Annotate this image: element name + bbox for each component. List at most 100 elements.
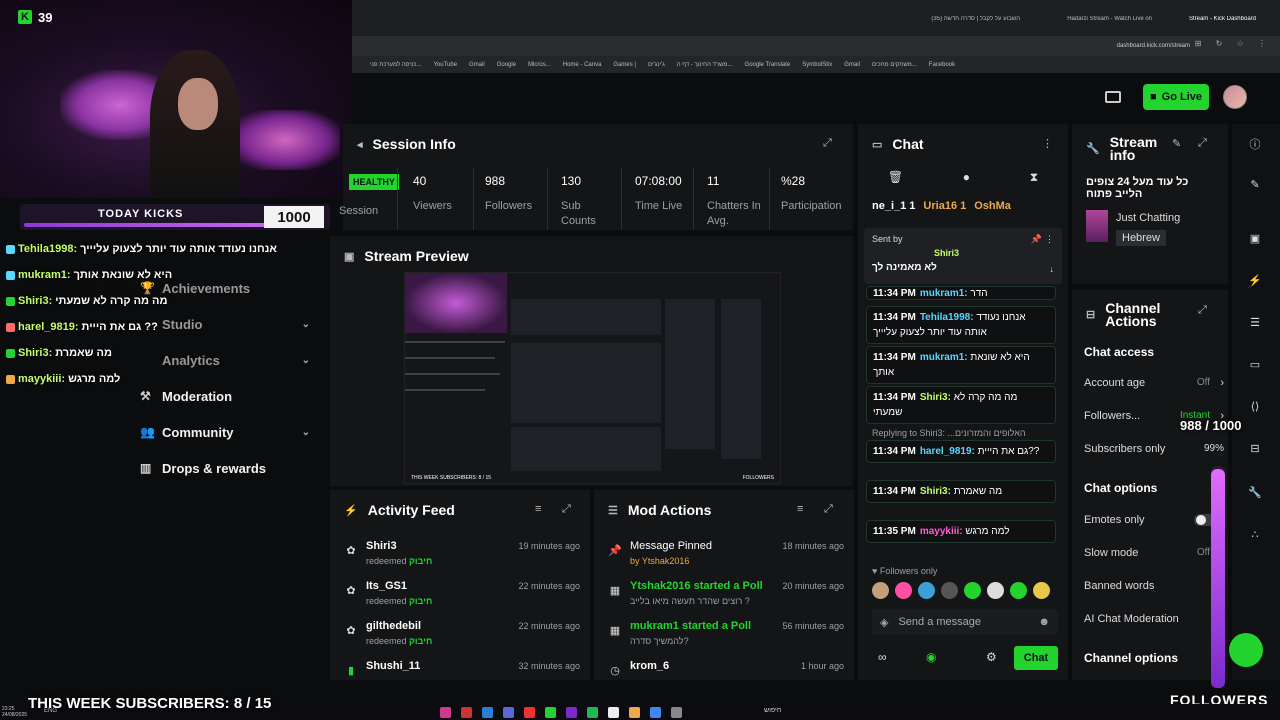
feed-user[interactable]: Shushi_11 [366,660,420,672]
speech-icon[interactable]: ● [963,170,970,192]
browser-tab[interactable]: Hadarzi Stream - Watch Live on [1032,16,1152,32]
app-icon[interactable] [461,707,472,718]
subscribers-only-setting[interactable]: Subscribers only 99% [1084,443,1226,455]
gear-icon[interactable]: ⚙ [986,650,997,664]
bolt-icon[interactable]: ⚡ [1246,274,1264,292]
arrow-down-icon[interactable]: ↓ [1050,264,1055,274]
bookmark[interactable]: Google Translate [745,62,791,68]
app-icon[interactable] [608,707,619,718]
app-icon[interactable] [545,707,556,718]
sidebar-item-drops[interactable]: ▥ Drops & rewards [140,450,320,486]
session-icon[interactable]: ⟨⟩ [1246,400,1264,418]
chatter[interactable]: OshMa [974,200,1011,216]
address-bar[interactable]: dashboard.kick.com/stream ⊞ ↻ ☆ ⋮ [350,36,1280,56]
bookmark[interactable]: Facebook [929,62,955,68]
chat-message[interactable]: 11:34 PM mukram1: היא לא שונאת אותך [866,346,1056,384]
support-chat-icon[interactable] [1229,633,1263,667]
taskbar-search[interactable]: חיפוש [764,707,781,714]
browser-tab-active[interactable]: Stream - Kick Dashboard [1156,16,1256,32]
bookmark[interactable]: משרד החינוך - דף ה... [677,62,733,68]
msg-user[interactable]: mukram1: [920,352,968,363]
emote-icon[interactable] [1010,582,1027,599]
chat-send-button[interactable]: Chat [1014,646,1058,670]
filter-icon[interactable]: ≡ [535,503,541,515]
msg-user[interactable]: Shiri3: [920,392,951,403]
chat-message[interactable]: 11:34 PM Shiri3: מה שאמרת [866,480,1056,503]
emote-icon[interactable] [941,582,958,599]
msg-user[interactable]: harel_9819: [920,446,975,457]
community-icon[interactable]: ∞ [878,650,887,664]
emote-icon[interactable] [918,582,935,599]
bookmark[interactable]: SymbolStix [802,62,832,68]
app-icon[interactable] [566,707,577,718]
more-icon[interactable]: ⋮ [1045,234,1054,245]
bookmark[interactable]: כניסה למערכת פני... [370,62,421,68]
chatter[interactable]: Uria16 1 [923,200,966,216]
creator-icon[interactable] [1105,91,1121,103]
app-icon[interactable] [482,707,493,718]
msg-user[interactable]: mukram1: [920,288,968,299]
chat-message[interactable]: 11:34 PM Tehila1998: אנחנו נעודד אותה עוד… [866,306,1056,344]
filter-icon[interactable]: ≡ [797,503,803,515]
app-icon[interactable] [524,707,535,718]
slow-mode-setting[interactable]: Slow modeOff› [1084,547,1226,559]
info-icon[interactable]: ⓘ [1246,136,1264,154]
feed-user[interactable]: Shiri3 [366,540,397,552]
chat-message[interactable]: 11:35 PM mayykiii: למה מרגש [866,520,1056,543]
chat-icon[interactable]: ▭ [1246,358,1264,376]
sidebar-item-community[interactable]: 👥 Community ⌄ [140,414,320,450]
app-icon[interactable] [650,707,661,718]
go-live-button[interactable]: ■ Go Live [1143,84,1209,110]
bookmark[interactable]: Gmail [844,62,860,68]
app-icon[interactable] [503,707,514,718]
chat-message[interactable]: 11:34 PM Shiri3: מה מה קרה לא שמעתי [866,386,1056,424]
bookmark[interactable]: Micros... [528,62,551,68]
bookmark[interactable]: Gmail [469,62,485,68]
chat-message[interactable]: 11:34 PM harel_9819: גם את הייית?? [866,440,1056,463]
chat-message[interactable]: 11:34 PM mukram1: הדר [866,286,1056,300]
account-age-setting[interactable]: Account age Off › [1084,377,1226,389]
trash-icon[interactable]: 🗑 [888,170,903,192]
expand-icon[interactable]: ⤢ [824,503,833,516]
expand-icon[interactable]: ⤢ [823,137,832,150]
chatter[interactable]: ne_i_1 1 [872,200,915,216]
msg-user[interactable]: mayykiii: [920,526,963,537]
app-icon[interactable] [671,707,682,718]
expand-icon[interactable]: ⤢ [562,503,571,516]
emote-icon[interactable] [895,582,912,599]
bookmark[interactable]: YouTube [433,62,457,68]
url-text[interactable]: dashboard.kick.com/stream [350,39,1200,53]
list-icon[interactable]: ☰ [1246,316,1264,334]
emote-icon[interactable] [964,582,981,599]
bookmark[interactable]: ג'ינג'ים [648,62,665,68]
emote-icon[interactable] [1033,582,1050,599]
preview-icon[interactable]: ▣ [1246,232,1264,250]
emotes-only-setting[interactable]: Emotes only [1084,514,1226,526]
expand-icon[interactable]: ⤢ [1198,137,1207,150]
hourglass-icon[interactable]: ⧗ [1030,170,1038,192]
bookmark[interactable]: משחקים מחכים... [872,62,917,68]
bookmark[interactable]: Games | [613,62,636,68]
emote-icon[interactable] [872,582,889,599]
pin-icon[interactable]: 📌 [1031,234,1042,245]
pencil-icon[interactable]: ✎ [1246,178,1264,196]
bookmark[interactable]: Google [497,62,516,68]
channel-icon[interactable]: ⊟ [1246,442,1264,460]
app-icon[interactable] [440,707,451,718]
ai-moderation-setting[interactable]: AI Chat Moderation↗ [1084,613,1226,626]
more-icon[interactable]: ⋮ [1042,137,1053,150]
feed-user[interactable]: gilthedebil [366,620,421,632]
emote-icon[interactable] [987,582,1004,599]
app-icon[interactable] [587,707,598,718]
community-icon[interactable]: ∴ [1246,528,1264,546]
browser-tab[interactable]: השבוע על לקבל | סדרה חדשה (35) [880,16,1020,32]
expand-icon[interactable]: ⤢ [1198,304,1207,317]
browser-action-icons[interactable]: ⊞ ↻ ☆ ⋮ [1195,39,1272,48]
chat-input[interactable]: ◈ Send a message ☻ [872,609,1058,635]
feed-user[interactable]: Its_GS1 [366,580,407,592]
avatar[interactable] [1223,85,1247,109]
banned-words-setting[interactable]: Banned words› [1084,580,1226,592]
wrench-icon[interactable]: 🔧 [1246,486,1264,504]
preview-video[interactable]: THIS WEEK SUBSCRIBERS: 8 / 15 FOLLOWERS [404,272,781,484]
bookmark[interactable]: Home - Canva [563,62,602,68]
